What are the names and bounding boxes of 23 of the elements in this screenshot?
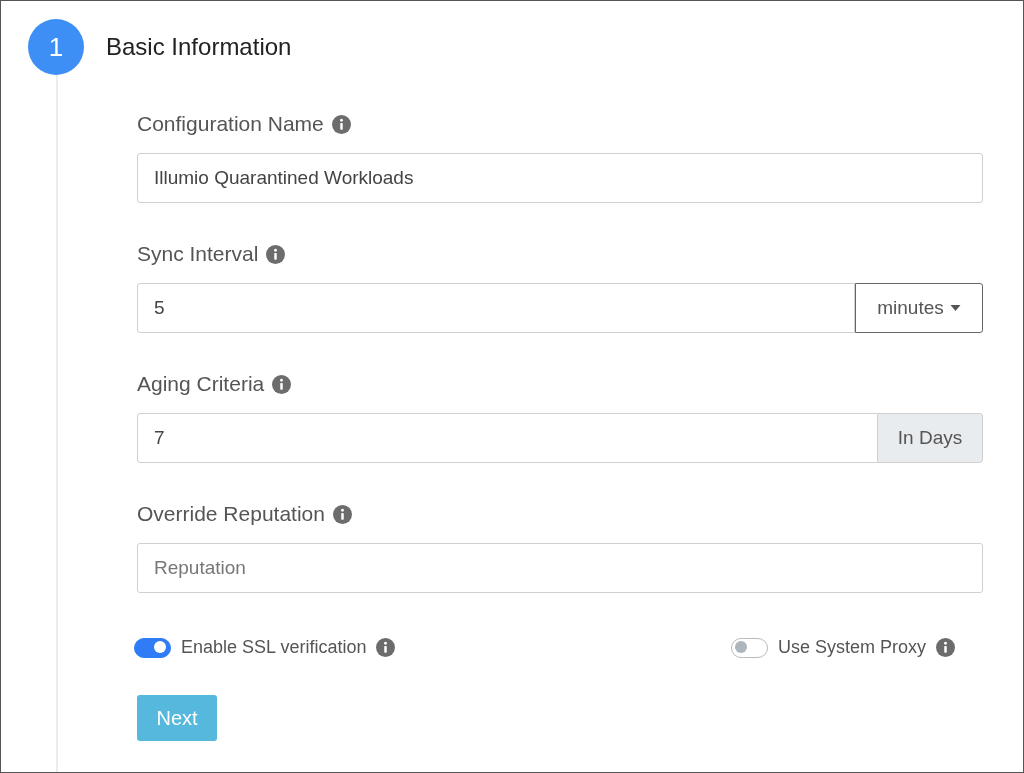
- toggle-label: Use System Proxy: [777, 637, 926, 658]
- field-label: Sync Interval: [137, 242, 259, 266]
- info-icon[interactable]: [331, 114, 351, 134]
- info-icon[interactable]: [376, 638, 396, 657]
- unit-dropdown[interactable]: minutes: [855, 283, 983, 333]
- field-label: Configuration Name: [137, 112, 324, 136]
- caret-icon: [949, 305, 961, 311]
- info-icon[interactable]: [332, 504, 352, 524]
- input-field[interactable]: Reputation: [137, 543, 983, 593]
- step-number-badge: 1: [28, 19, 84, 75]
- info-icon[interactable]: [272, 374, 292, 394]
- section-title: Basic Information: [106, 33, 292, 61]
- info-icon[interactable]: [266, 244, 286, 264]
- info-icon[interactable]: [936, 638, 955, 657]
- toggle-label: Enable SSL verification: [181, 637, 367, 658]
- input-field[interactable]: 5: [137, 283, 855, 333]
- field-label: Override Reputation: [137, 502, 325, 526]
- toggle-switch[interactable]: [134, 637, 171, 658]
- unit-addon: In Days: [878, 413, 983, 463]
- toggle-switch[interactable]: [730, 637, 768, 658]
- input-field[interactable]: Illumio Quarantined Workloads: [137, 153, 983, 203]
- field-label: Aging Criteria: [137, 372, 265, 396]
- input-field[interactable]: 7: [137, 413, 878, 463]
